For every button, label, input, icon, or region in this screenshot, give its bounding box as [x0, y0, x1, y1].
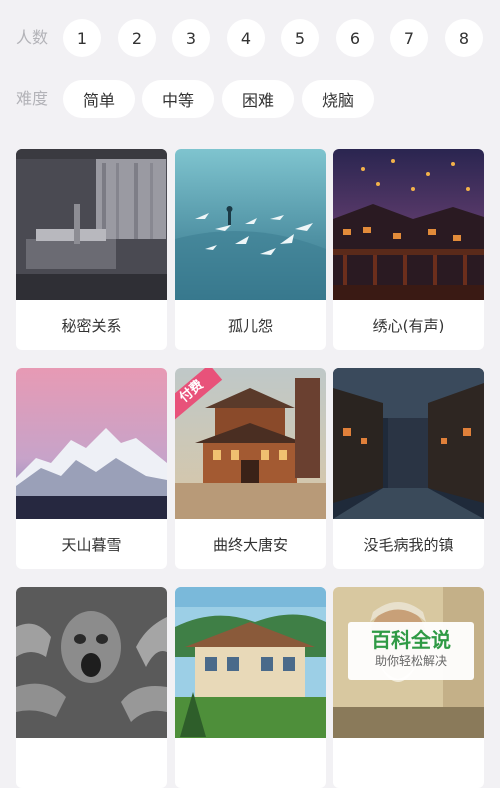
villa-garden-image	[175, 587, 326, 738]
card-title: 天山暮雪	[61, 535, 122, 554]
player-option-7[interactable]: 7	[390, 19, 428, 57]
script-card[interactable]	[175, 587, 326, 788]
night-old-street-image	[333, 368, 484, 519]
watermark-logo: 百科全说 助你轻松解决	[348, 622, 474, 680]
difficulty-hard[interactable]: 困难	[222, 80, 294, 118]
snow-mountains-image	[16, 368, 167, 519]
difficulty-label: 难度	[16, 89, 49, 108]
difficulty-brain-burner[interactable]: 烧脑	[302, 80, 374, 118]
player-option-3[interactable]: 3	[172, 19, 210, 57]
card-title: 孤儿怨	[227, 316, 273, 335]
zombie-hands-image	[16, 587, 167, 738]
difficulty-easy[interactable]: 简单	[63, 80, 135, 118]
card-title: 绣心(有声)	[372, 316, 445, 335]
card-title	[333, 738, 484, 788]
player-option-2[interactable]: 2	[118, 19, 156, 57]
script-card[interactable]: 绣心(有声)	[333, 149, 484, 350]
player-option-8[interactable]: 8	[445, 19, 483, 57]
script-card[interactable]: 付费 曲终大唐安	[175, 368, 326, 569]
card-title	[175, 738, 326, 788]
player-option-1[interactable]: 1	[63, 19, 101, 57]
difficulty-medium[interactable]: 中等	[142, 80, 214, 118]
card-title: 秘密关系	[61, 316, 122, 335]
birds-over-sea-image	[175, 149, 326, 300]
players-filter: 人数 1 2 3 4 5 6 7 8	[0, 18, 500, 58]
hospital-room-image	[16, 149, 167, 300]
player-option-6[interactable]: 6	[336, 19, 374, 57]
watermark-subtitle: 助你轻松解决	[374, 654, 447, 668]
watermark-title: 百科全说	[371, 628, 451, 652]
player-option-5[interactable]: 5	[281, 19, 319, 57]
script-card[interactable]	[333, 587, 484, 788]
card-title: 曲终大唐安	[212, 535, 288, 554]
players-label: 人数	[16, 28, 49, 47]
card-title	[16, 738, 167, 788]
script-card[interactable]: 孤儿怨	[175, 149, 326, 350]
difficulty-filter: 难度 简单 中等 困难 烧脑	[0, 79, 500, 119]
script-card[interactable]: 秘密关系	[16, 149, 167, 350]
script-card[interactable]: 天山暮雪	[16, 368, 167, 569]
night-lantern-town-image	[333, 149, 484, 300]
card-title: 没毛病我的镇	[363, 535, 454, 554]
script-card[interactable]: 没毛病我的镇	[333, 368, 484, 569]
script-card[interactable]	[16, 587, 167, 788]
player-option-4[interactable]: 4	[227, 19, 265, 57]
